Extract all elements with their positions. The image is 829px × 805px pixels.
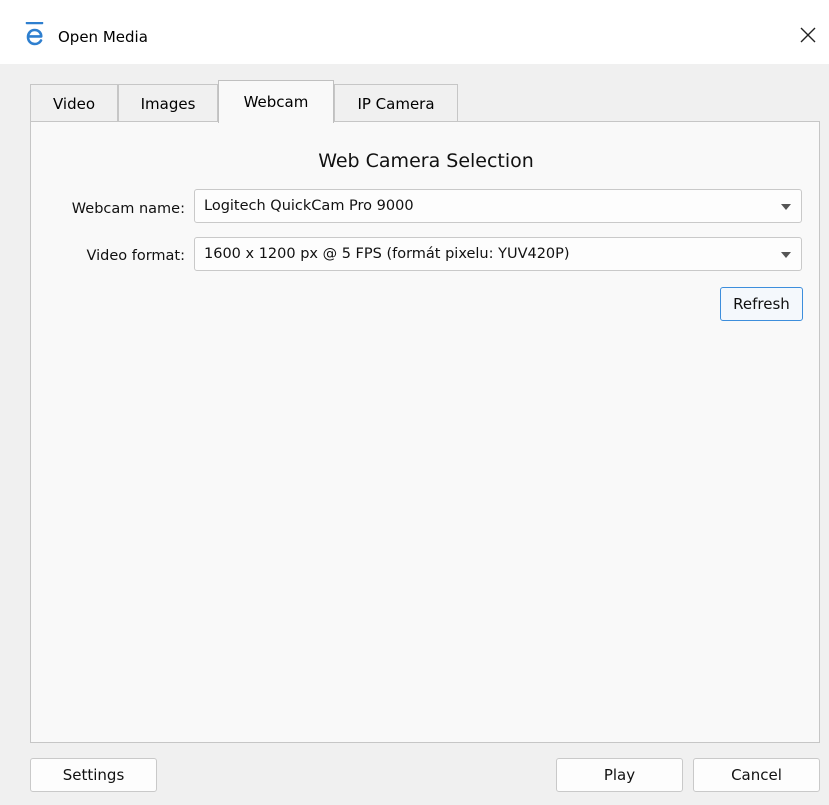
app-logo-icon: [25, 22, 44, 46]
play-button[interactable]: Play: [556, 758, 683, 792]
webcam-name-value: Logitech QuickCam Pro 9000: [204, 198, 414, 214]
tab-ip-camera[interactable]: IP Camera: [334, 84, 458, 122]
tab-webcam[interactable]: Webcam: [218, 80, 334, 123]
webcam-name-dropdown[interactable]: Logitech QuickCam Pro 9000: [194, 189, 802, 223]
tab-images[interactable]: Images: [118, 84, 218, 122]
video-format-label: Video format:: [86, 248, 186, 264]
refresh-button[interactable]: Refresh: [720, 287, 803, 321]
tab-bar: Video Images Webcam IP Camera: [30, 80, 829, 123]
webcam-name-label: Webcam name:: [71, 201, 185, 217]
tab-video[interactable]: Video: [30, 84, 118, 122]
settings-button[interactable]: Settings: [30, 758, 157, 792]
close-icon[interactable]: [795, 22, 821, 48]
video-format-dropdown[interactable]: 1600 x 1200 px @ 5 FPS (formát pixelu: Y…: [194, 237, 802, 271]
cancel-button[interactable]: Cancel: [693, 758, 820, 792]
window-title: Open Media: [58, 28, 148, 46]
section-title: Web Camera Selection: [318, 150, 534, 172]
video-format-value: 1600 x 1200 px @ 5 FPS (formát pixelu: Y…: [204, 246, 570, 262]
title-bar: Open Media: [0, 0, 829, 64]
chevron-down-icon: [781, 252, 791, 258]
chevron-down-icon: [781, 204, 791, 210]
open-media-dialog: Open Media Video Images Webcam IP Camera…: [0, 0, 829, 805]
webcam-tab-panel: Web Camera Selection Webcam name: Logite…: [30, 121, 820, 743]
